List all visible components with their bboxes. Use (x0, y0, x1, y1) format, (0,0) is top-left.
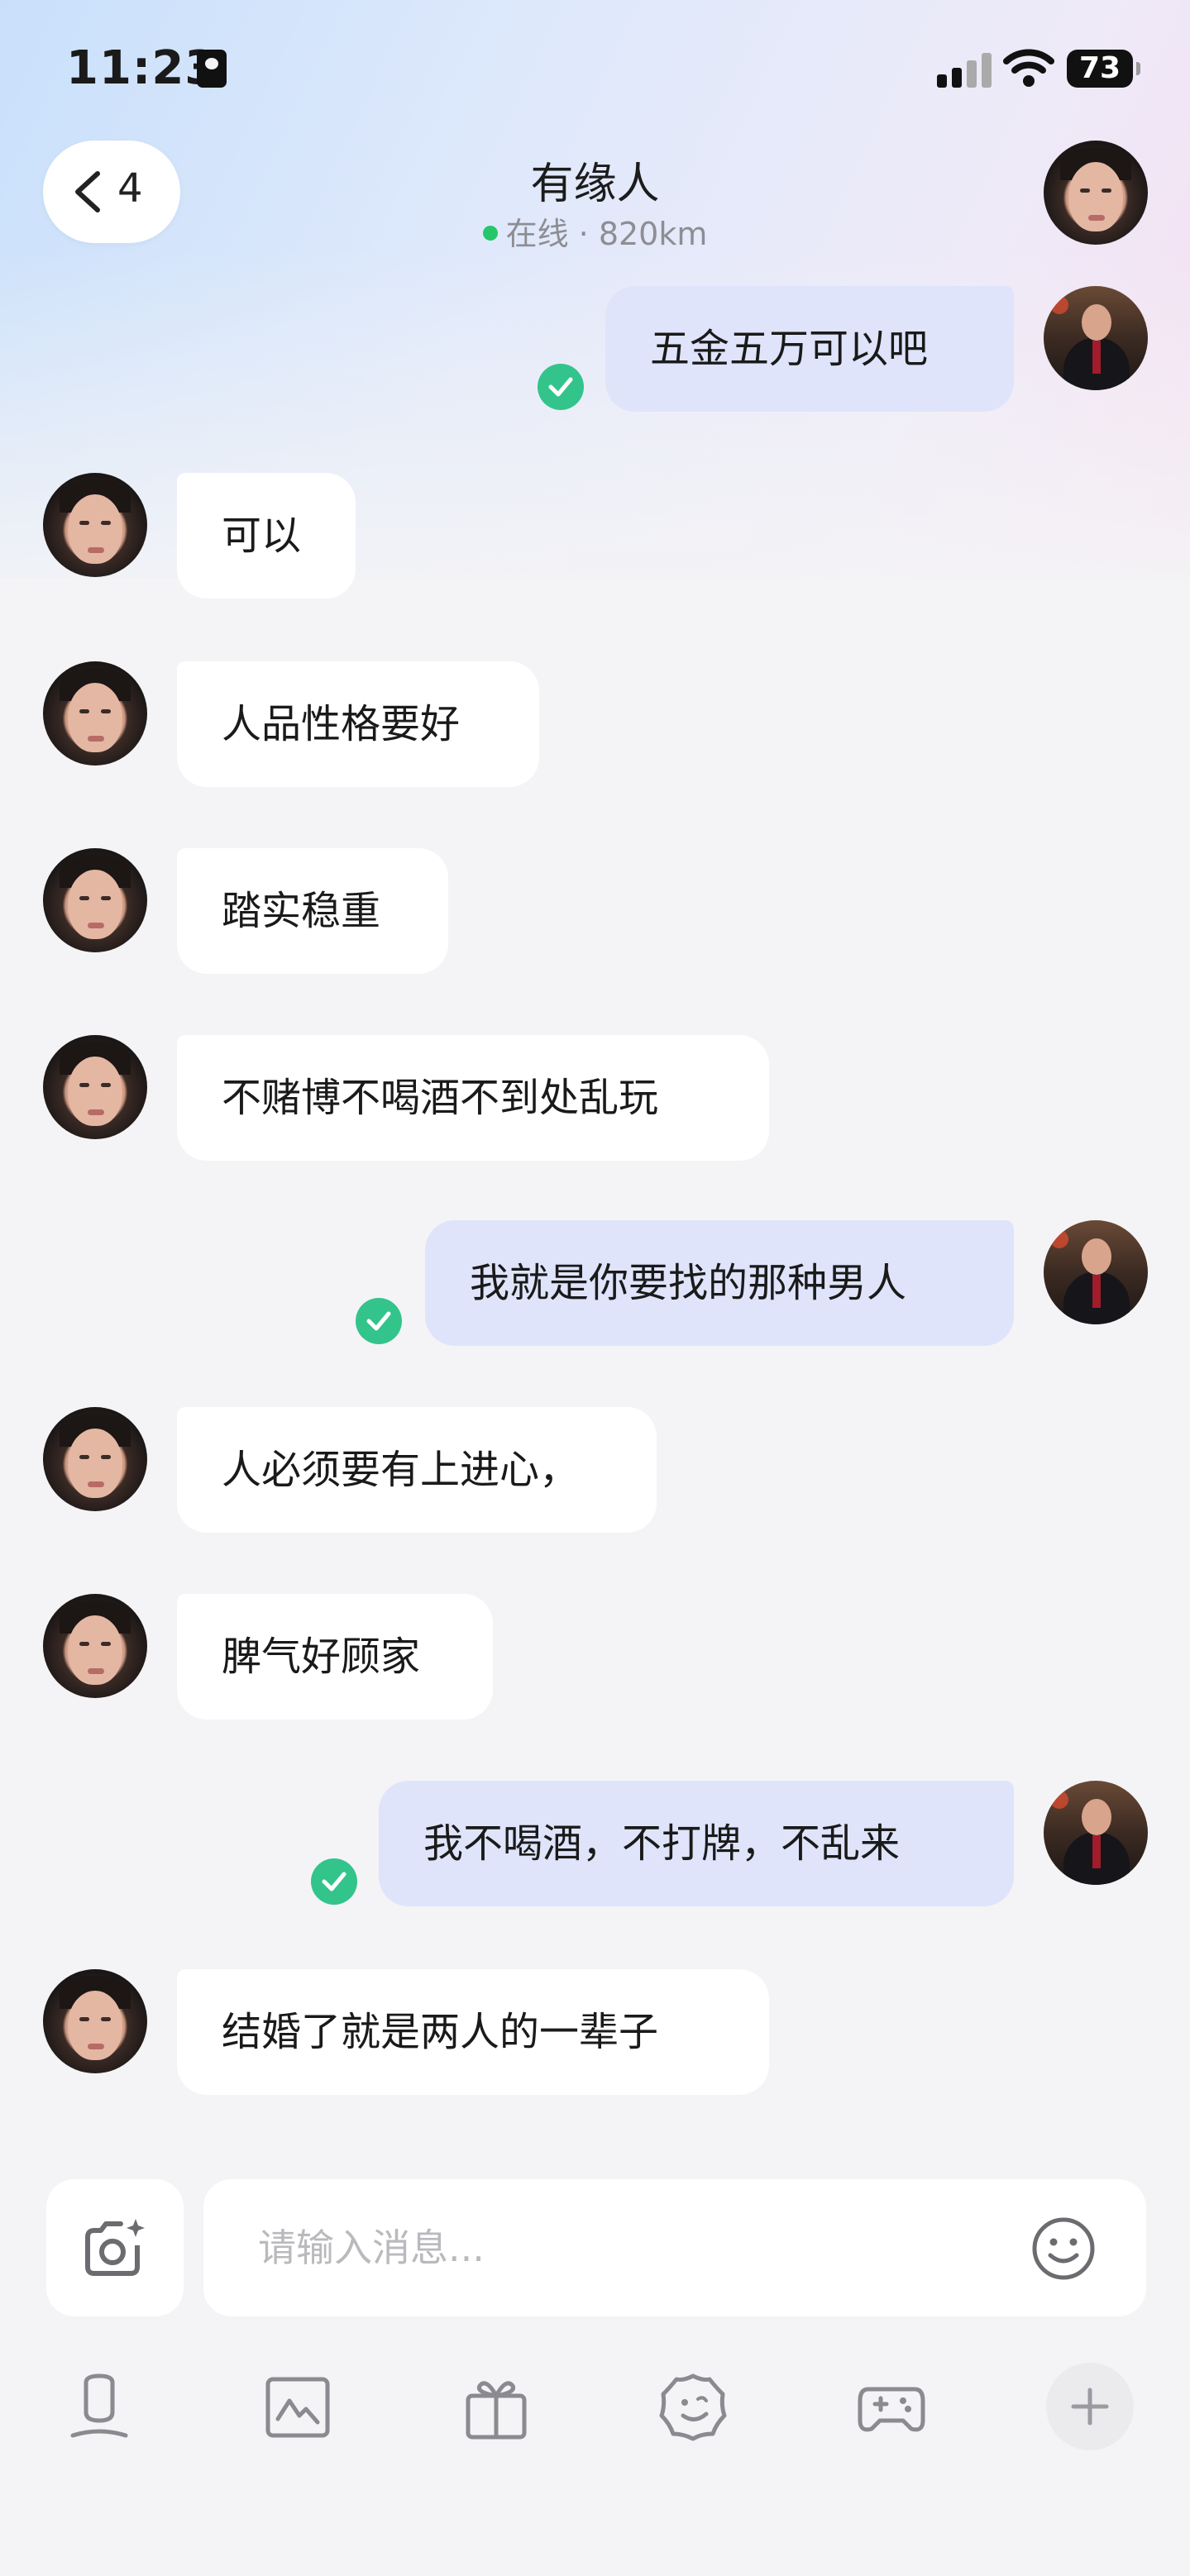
message-input-placeholder: 请输入消息... (258, 2225, 485, 2270)
emoji-icon[interactable] (1030, 2216, 1097, 2282)
read-check-icon (538, 364, 584, 410)
photo-icon[interactable] (263, 2373, 332, 2442)
contact-avatar[interactable] (1044, 141, 1148, 245)
online-status: 在线 · 820km (0, 208, 1190, 254)
message-bubble-incoming[interactable]: 踏实稳重 (177, 848, 448, 974)
online-dot-icon (482, 225, 498, 241)
gift-icon[interactable] (461, 2373, 531, 2442)
message-bubble-incoming[interactable]: 结婚了就是两人的一辈子 (177, 1969, 769, 2095)
sender-avatar[interactable] (43, 848, 147, 952)
sender-avatar[interactable] (43, 1969, 147, 2073)
chat-title: 有缘人 (530, 160, 660, 209)
sender-avatar[interactable] (43, 1035, 147, 1139)
plus-icon (1071, 2388, 1109, 2426)
read-check-icon (311, 1858, 357, 1905)
battery-indicator: 73 (1067, 50, 1140, 88)
wifi-icon (1003, 49, 1054, 87)
voice-icon[interactable] (65, 2373, 134, 2442)
camera-button[interactable] (46, 2179, 184, 2316)
game-icon[interactable] (857, 2373, 926, 2442)
sender-avatar[interactable] (43, 661, 147, 766)
message-bubble-incoming[interactable]: 不赌博不喝酒不到处乱玩 (177, 1035, 769, 1161)
my-avatar[interactable] (1044, 1781, 1148, 1885)
sender-avatar[interactable] (43, 473, 147, 577)
status-time: 11:23 (66, 41, 218, 95)
more-button[interactable] (1046, 2363, 1134, 2450)
message-input[interactable]: 请输入消息... (203, 2179, 1146, 2316)
message-bubble-outgoing[interactable]: 五金五万可以吧 (605, 286, 1014, 412)
sticker-icon[interactable] (658, 2373, 728, 2442)
my-avatar[interactable] (1044, 286, 1148, 390)
message-bubble-incoming[interactable]: 脾气好顾家 (177, 1594, 493, 1720)
message-bubble-incoming[interactable]: 人必须要有上进心， (177, 1407, 657, 1533)
sender-avatar[interactable] (43, 1407, 147, 1511)
camera-icon (85, 2219, 145, 2276)
message-bubble-outgoing[interactable]: 我不喝酒，不打牌，不乱来 (379, 1781, 1014, 1906)
message-bubble-incoming[interactable]: 人品性格要好 (177, 661, 539, 787)
cellular-signal-icon (937, 51, 995, 88)
online-status-text: 在线 · 820km (505, 216, 708, 252)
read-check-icon (356, 1298, 402, 1344)
focus-mode-icon (197, 50, 227, 88)
sender-avatar[interactable] (43, 1594, 147, 1698)
message-bubble-incoming[interactable]: 可以 (177, 473, 356, 599)
message-bubble-outgoing[interactable]: 我就是你要找的那种男人 (425, 1220, 1014, 1346)
my-avatar[interactable] (1044, 1220, 1148, 1324)
